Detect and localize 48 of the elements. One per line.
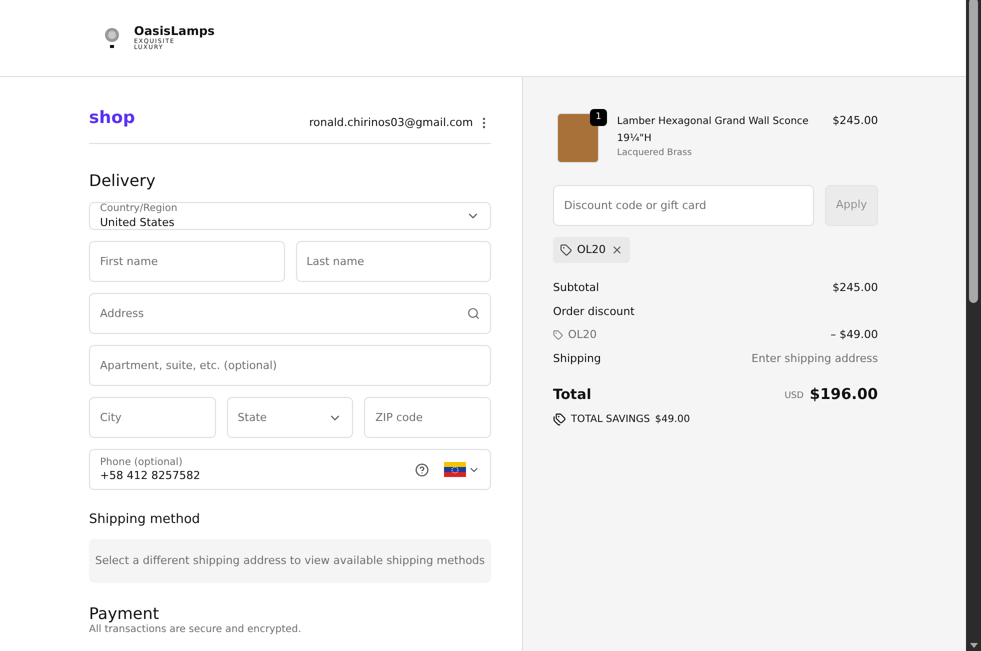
product-price: $245.00 xyxy=(832,113,878,129)
summary-label: Shipping xyxy=(553,350,601,366)
tag-icon xyxy=(553,330,563,340)
select-field[interactable]: Country/Region United States xyxy=(89,202,491,230)
payment-subtitle: All transactions are secure and encrypted. xyxy=(89,624,302,635)
quantity-badge: 1 xyxy=(590,109,607,126)
summary-value: $245.00 xyxy=(832,280,878,296)
tag-icon xyxy=(560,244,572,256)
account-email: ronald.chirinos03@gmail.com xyxy=(309,114,473,130)
phone-field[interactable]: Phone (optional) +58 412 8257582 xyxy=(89,449,491,490)
product-variant: Lacquered Brass xyxy=(617,147,693,160)
select-field[interactable]: State xyxy=(226,397,354,438)
tags-icon xyxy=(553,412,566,426)
text-field[interactable]: City xyxy=(89,397,216,438)
field-value: +58 412 8257582 xyxy=(100,469,202,483)
summary-label: Order discount xyxy=(553,304,636,320)
help-icon[interactable] xyxy=(415,462,429,477)
brand-name: OasisLamps xyxy=(134,25,215,37)
section-heading: Shipping method xyxy=(89,511,202,530)
field-label: Country/Region xyxy=(100,203,178,216)
scrollbar[interactable] xyxy=(966,0,981,651)
text-field[interactable]: ZIP code xyxy=(364,397,492,438)
flag-icon[interactable] xyxy=(444,462,466,478)
savings-amount: $49.00 xyxy=(655,412,690,426)
product-name: Lamber Hexagonal Grand Wall Sconce 19¼"H xyxy=(617,115,810,146)
summary-label: Subtotal xyxy=(553,280,600,296)
text-field[interactable]: Last name xyxy=(296,241,491,282)
shop-logo: shop xyxy=(89,106,136,130)
discount-code: OL20 xyxy=(577,242,606,258)
text-field[interactable]: First name xyxy=(89,241,284,282)
total-amount: $196.00 xyxy=(810,384,878,405)
address-field[interactable]: Address xyxy=(89,293,491,334)
product-image-placeholder xyxy=(557,113,599,163)
search-icon xyxy=(467,307,480,320)
remove-icon[interactable] xyxy=(610,244,623,256)
summary-value: – $49.00 xyxy=(830,327,878,343)
section-heading: Payment xyxy=(89,606,160,622)
summary-value: Enter shipping address xyxy=(752,350,878,366)
savings-label: TOTAL SAVINGS xyxy=(571,412,650,426)
field-placeholder: State xyxy=(238,410,268,425)
field-label: Phone (optional) xyxy=(100,456,184,470)
currency-code: USD xyxy=(784,390,804,403)
text-field[interactable]: Apartment, suite, etc. (optional) xyxy=(89,345,491,386)
discount-code: OL20 xyxy=(568,327,597,343)
shipping-notice: Select a different shipping address to view available shipping methods xyxy=(89,538,491,583)
field-value: United States xyxy=(100,216,176,230)
section-heading: Delivery xyxy=(89,170,156,192)
total-label: Total xyxy=(553,386,592,404)
